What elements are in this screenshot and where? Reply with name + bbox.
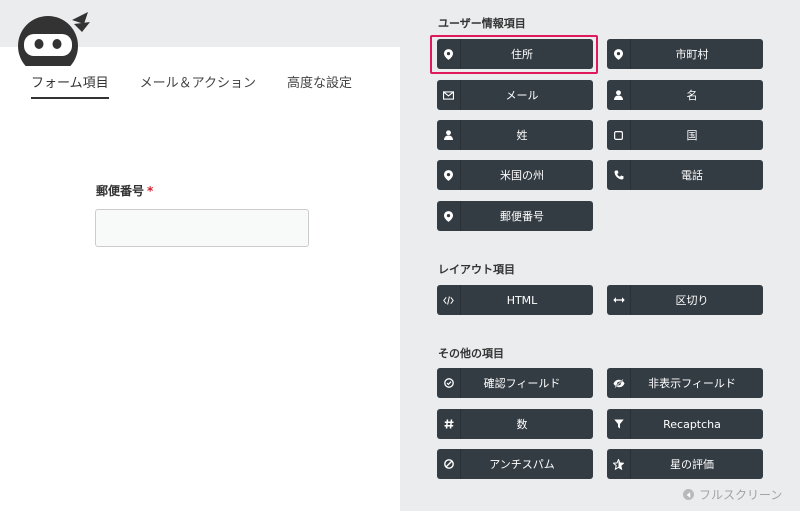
field-button-last-name[interactable]: 姓 <box>437 120 593 150</box>
field-button-anti-spam[interactable]: アンチスパム <box>437 449 593 479</box>
required-mark: * <box>147 184 154 198</box>
map-pin-icon <box>437 201 461 231</box>
user-icon <box>607 80 631 110</box>
field-button-label: 姓 <box>516 129 528 142</box>
field-button-label: HTML <box>506 293 538 307</box>
field-button-label: 非表示フィールド <box>648 377 736 390</box>
field-button-phone[interactable]: 電話 <box>607 160 763 190</box>
field-button-label: アンチスパム <box>489 458 555 471</box>
field-button-us-state[interactable]: 米国の州 <box>437 160 593 190</box>
field-button-email[interactable]: メール <box>437 80 593 110</box>
section-title-layout: レイアウト項目 <box>438 263 515 276</box>
field-button-label: 米国の州 <box>500 169 544 182</box>
fullscreen-toggle[interactable]: フルスクリーン <box>683 486 782 503</box>
arrows-horizontal-icon <box>607 285 631 315</box>
zip-field-label: 郵便番号 * <box>96 182 153 199</box>
phone-icon <box>607 160 631 190</box>
map-pin-icon <box>607 39 631 69</box>
fullscreen-label: フルスクリーン <box>699 488 783 502</box>
field-button-zip[interactable]: 郵便番号 <box>437 201 593 231</box>
eye-slash-icon <box>607 368 631 398</box>
field-button-label: 電話 <box>681 169 703 182</box>
tab-form-fields[interactable]: フォーム項目 <box>31 72 109 99</box>
field-button-address[interactable]: 住所 <box>437 39 593 69</box>
field-button-label: 郵便番号 <box>500 210 544 223</box>
settings-tabs: フォーム項目 メール＆アクション 高度な設定 <box>31 72 383 99</box>
check-circle-icon <box>437 368 461 398</box>
field-button-city[interactable]: 市町村 <box>607 39 763 69</box>
field-button-label: 数 <box>516 418 528 431</box>
code-icon <box>437 285 461 315</box>
field-button-hidden[interactable]: 非表示フィールド <box>607 368 763 398</box>
field-button-label: Recaptcha <box>663 417 721 431</box>
tab-advanced[interactable]: 高度な設定 <box>287 72 352 99</box>
section-title-other: その他の項目 <box>438 347 504 360</box>
field-button-label: 名 <box>686 89 698 102</box>
field-button-label: メール <box>505 89 539 102</box>
field-button-label: 区切り <box>675 294 709 307</box>
zip-field-input[interactable] <box>95 209 309 247</box>
hash-icon <box>437 409 461 439</box>
field-button-confirm[interactable]: 確認フィールド <box>437 368 593 398</box>
field-button-recaptcha[interactable]: Recaptcha <box>607 409 763 439</box>
field-button-number[interactable]: 数 <box>437 409 593 439</box>
tab-email-actions[interactable]: メール＆アクション <box>140 72 256 99</box>
field-button-first-name[interactable]: 名 <box>607 80 763 110</box>
zip-field-label-text: 郵便番号 <box>96 184 145 198</box>
field-button-star-rating[interactable]: 星の評価 <box>607 449 763 479</box>
user-icon <box>437 120 461 150</box>
field-button-label: 国 <box>686 129 698 142</box>
field-button-label: 住所 <box>511 48 533 61</box>
section-title-user-info: ユーザー情報項目 <box>438 17 526 30</box>
star-icon <box>607 449 631 479</box>
map-pin-icon <box>437 39 461 69</box>
field-button-country[interactable]: 国 <box>607 120 763 150</box>
field-button-label: 市町村 <box>675 48 709 61</box>
ninja-logo <box>18 12 90 66</box>
envelope-icon <box>437 80 461 110</box>
field-button-label: 星の評価 <box>670 458 714 471</box>
map-pin-icon <box>437 160 461 190</box>
field-button-html[interactable]: HTML <box>437 285 593 315</box>
square-icon <box>607 120 631 150</box>
ban-icon <box>437 449 461 479</box>
field-button-label: 確認フィールド <box>483 377 561 390</box>
field-button-divider[interactable]: 区切り <box>607 285 763 315</box>
chevron-left-icon <box>683 489 694 500</box>
form-preview-panel <box>0 47 400 511</box>
filter-icon <box>607 409 631 439</box>
